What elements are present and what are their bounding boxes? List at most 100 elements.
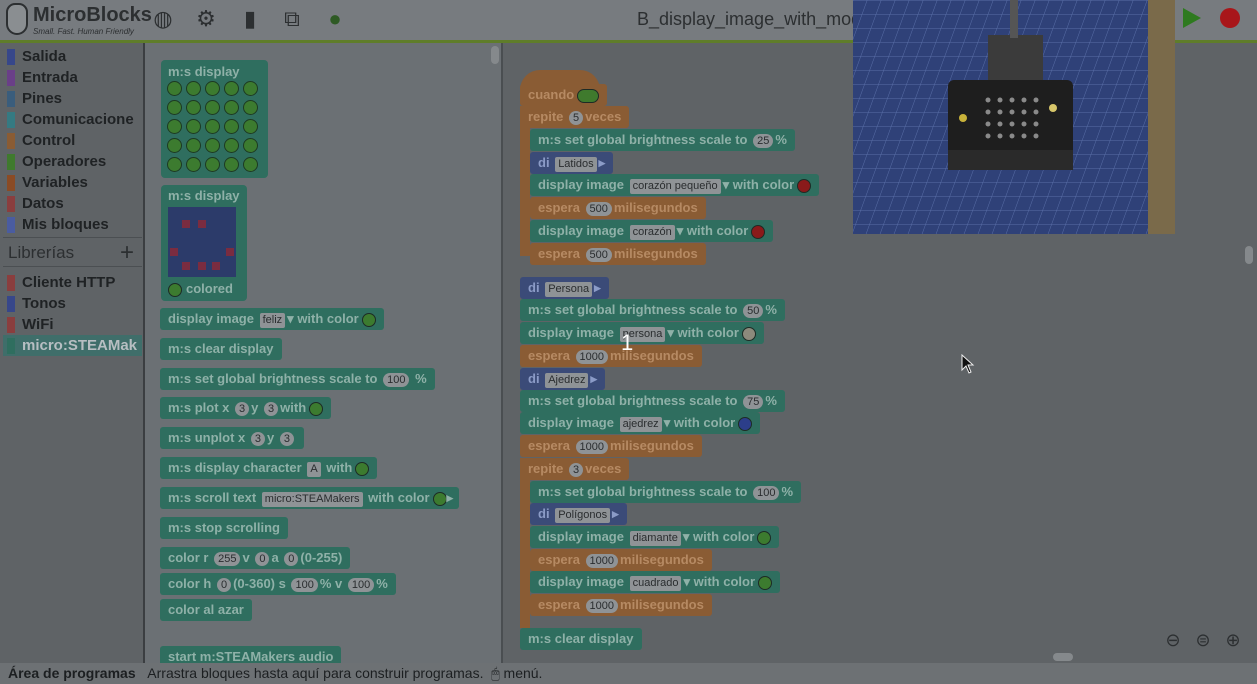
script-hscrollbar[interactable] xyxy=(1053,653,1073,661)
palette-clear-display[interactable]: m:s clear display xyxy=(160,338,282,360)
wait-1000-a[interactable]: espera 1000 milisegundos xyxy=(520,345,702,367)
category-variables[interactable]: Variables xyxy=(3,172,142,193)
led-cell[interactable] xyxy=(186,119,201,134)
display-persona[interactable]: display image persona ▾ with color xyxy=(520,322,764,344)
category-mis-bloques[interactable]: Mis bloques xyxy=(3,214,142,235)
palette-color-hsv[interactable]: color h 0 (0-360) s 100% v 100% xyxy=(160,573,396,595)
led-cell[interactable] xyxy=(224,81,239,96)
led-cell[interactable] xyxy=(167,100,182,115)
library-microsteamakers[interactable]: micro:STEAMak xyxy=(3,335,142,356)
board-photo xyxy=(853,0,1175,234)
logo-name: MicroBlocks xyxy=(33,4,152,26)
led-cell[interactable] xyxy=(243,138,258,153)
graph-icon[interactable]: ⧉ xyxy=(279,6,305,32)
led-cell[interactable] xyxy=(167,119,182,134)
category-control[interactable]: Control xyxy=(3,130,142,151)
wait-500-b[interactable]: espera 500 milisegundos xyxy=(530,243,706,265)
logo-tagline: Small. Fast. Human Friendly xyxy=(33,27,134,36)
stop-button[interactable] xyxy=(1220,8,1240,28)
libraries-header: Librerías + xyxy=(3,237,142,267)
display-diamante[interactable]: display image diamante ▾ with color xyxy=(530,526,780,548)
color-led-matrix xyxy=(168,207,236,277)
led-cell[interactable] xyxy=(243,81,258,96)
category-datos[interactable]: Datos xyxy=(3,193,142,214)
palette-scrollbar[interactable] xyxy=(491,46,499,64)
set-brightness-25[interactable]: m:s set global brightness scale to 25% xyxy=(530,129,795,151)
led-cell[interactable] xyxy=(243,119,258,134)
clear-display-block[interactable]: m:s clear display xyxy=(520,628,642,650)
run-button[interactable] xyxy=(1183,8,1201,28)
pane-divider xyxy=(501,43,503,663)
gear-icon[interactable]: ⚙ xyxy=(193,6,219,32)
palette-unplot[interactable]: m:s unplot x 3y 3 xyxy=(160,427,305,449)
display-cuadrado[interactable]: display image cuadrado ▾ with color xyxy=(530,571,781,593)
led-cell[interactable] xyxy=(186,157,201,172)
led-cell[interactable] xyxy=(186,81,201,96)
led-cell[interactable] xyxy=(167,81,182,96)
microblocks-logo[interactable]: MicroBlocks Small. Fast. Human Friendly xyxy=(6,3,152,37)
led-cell[interactable] xyxy=(205,157,220,172)
library-wifi[interactable]: WiFi xyxy=(3,314,142,335)
category-pines[interactable]: Pines xyxy=(3,88,142,109)
library-cliente-http[interactable]: Cliente HTTP xyxy=(3,272,142,293)
led-cell[interactable] xyxy=(205,119,220,134)
palette-stop-scrolling[interactable]: m:s stop scrolling xyxy=(160,517,288,539)
status-hint: Arrastra bloques hasta aquí para constru… xyxy=(147,665,484,681)
category-entrada[interactable]: Entrada xyxy=(3,67,142,88)
led-cell[interactable] xyxy=(167,157,182,172)
wait-1000-b[interactable]: espera 1000 milisegundos xyxy=(520,435,702,457)
led-cell[interactable] xyxy=(167,138,182,153)
set-brightness-50[interactable]: m:s set global brightness scale to 50% xyxy=(520,299,785,321)
wait-500-a[interactable]: espera 500 milisegundos xyxy=(530,197,706,219)
add-library-button[interactable]: + xyxy=(120,238,134,268)
led-cell[interactable] xyxy=(224,119,239,134)
repeat-3-block[interactable]: repite 3 veces xyxy=(520,458,630,480)
palette-display-character[interactable]: m:s display character A with xyxy=(160,457,378,479)
palette-plot[interactable]: m:s plot x 3y 3 with xyxy=(160,397,332,419)
led-cell[interactable] xyxy=(205,138,220,153)
led-cell[interactable] xyxy=(186,100,201,115)
palette-scroll-text[interactable]: m:s scroll text micro:STEAMakers with co… xyxy=(160,487,459,509)
wait-1000-d[interactable]: espera 1000 milisegundos xyxy=(530,594,712,616)
file-icon[interactable]: ▮ xyxy=(237,6,263,32)
led-cell[interactable] xyxy=(243,100,258,115)
palette-color-rgb[interactable]: color r 255 v 0a 0 (0-255) xyxy=(160,547,351,569)
zoom-out-icon[interactable]: ⊖ xyxy=(1163,630,1183,650)
library-tonos[interactable]: Tonos xyxy=(3,293,142,314)
status-menu: menú. xyxy=(503,665,543,681)
led-cell[interactable] xyxy=(205,81,220,96)
say-persona[interactable]: di Persona ▸ xyxy=(520,277,609,299)
led-cell[interactable] xyxy=(243,157,258,172)
display-ajedrez[interactable]: display image ajedrez ▾ with color xyxy=(520,412,761,434)
category-comunicaciones[interactable]: Comunicacione xyxy=(3,109,142,130)
board-icon[interactable]: ● xyxy=(322,6,348,32)
say-latidos[interactable]: di Latidos ▸ xyxy=(530,152,614,174)
palette-display-image[interactable]: display image feliz ▾ with color xyxy=(160,308,384,330)
led-cell[interactable] xyxy=(205,100,220,115)
set-brightness-75[interactable]: m:s set global brightness scale to 75% xyxy=(520,390,785,412)
wait-1000-c[interactable]: espera 1000 milisegundos xyxy=(530,549,712,571)
overlay-counter: 1 xyxy=(621,330,634,355)
palette-set-brightness[interactable]: m:s set global brightness scale to 100 % xyxy=(160,368,435,390)
display-colored-block[interactable]: m:s display colored xyxy=(161,185,247,301)
led-cell[interactable] xyxy=(224,157,239,172)
repeat-block[interactable]: repite 5 veces xyxy=(520,106,630,128)
say-ajedrez[interactable]: di Ajedrez ▸ xyxy=(520,368,606,390)
display-corazon-pequeno[interactable]: display image corazón pequeño ▾ with colo… xyxy=(530,174,820,196)
led-cell[interactable] xyxy=(186,138,201,153)
script-vscrollbar[interactable] xyxy=(1245,246,1253,264)
zoom-in-icon[interactable]: ⊕ xyxy=(1223,630,1243,650)
palette-color-random[interactable]: color al azar xyxy=(160,599,252,621)
when-block[interactable]: cuando xyxy=(520,84,608,106)
category-salida[interactable]: Salida xyxy=(3,46,142,67)
led-cell[interactable] xyxy=(224,138,239,153)
led-cell[interactable] xyxy=(224,100,239,115)
board-video-overlay xyxy=(853,0,1175,234)
display-corazon[interactable]: display image corazón ▾ with color xyxy=(530,220,774,242)
category-operadores[interactable]: Operadores xyxy=(3,151,142,172)
zoom-reset-icon[interactable]: ⊜ xyxy=(1193,630,1213,650)
say-poligonos[interactable]: di Polígonos ▸ xyxy=(530,503,627,525)
mouse-cursor-icon xyxy=(961,354,975,374)
globe-icon[interactable]: ◍ xyxy=(150,6,176,32)
set-brightness-100[interactable]: m:s set global brightness scale to 100% xyxy=(530,481,802,503)
